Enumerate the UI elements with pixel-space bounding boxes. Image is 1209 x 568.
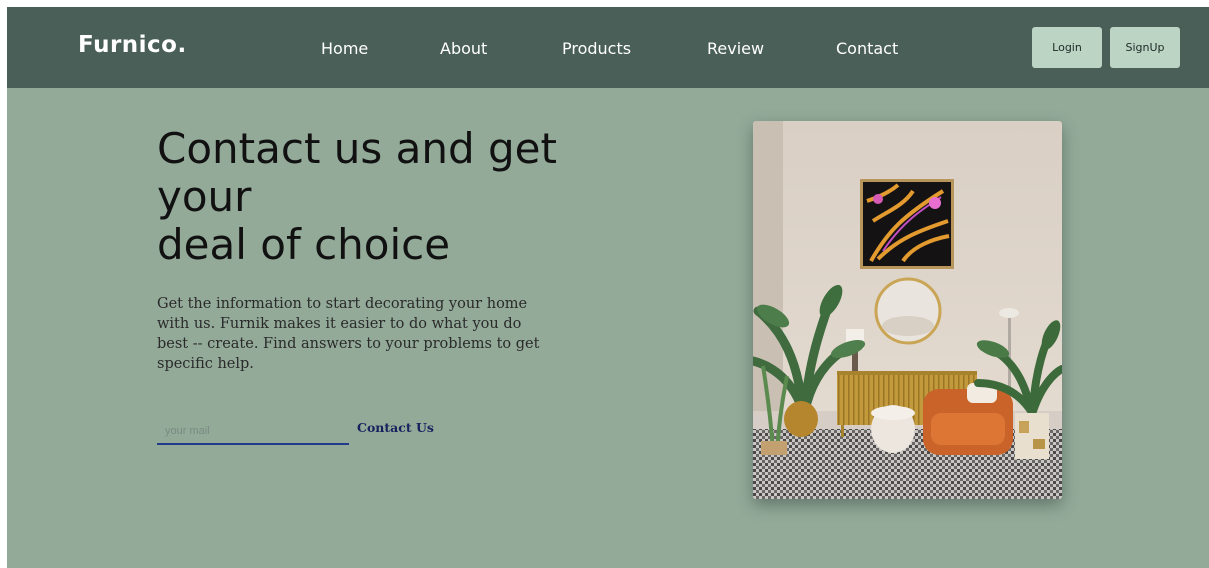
living-room-illustration xyxy=(753,121,1062,499)
nav-link-contact[interactable]: Contact xyxy=(836,39,898,58)
round-mirror xyxy=(874,277,942,345)
hero-title: Contact us and get your deal of choice xyxy=(157,125,577,269)
brand-logo[interactable]: Furnico. xyxy=(78,32,187,58)
page-frame: Furnico. Home About Products Review Cont… xyxy=(7,7,1209,568)
nav-link-about[interactable]: About xyxy=(440,39,487,58)
wall-art xyxy=(860,179,954,269)
nav-link-products[interactable]: Products xyxy=(562,39,631,58)
login-button[interactable]: Login xyxy=(1032,27,1102,68)
hero-title-line1: Contact us and get xyxy=(157,124,557,173)
email-field[interactable] xyxy=(157,419,349,445)
nav-link-home[interactable]: Home xyxy=(321,39,368,58)
nav-link-review[interactable]: Review xyxy=(707,39,764,58)
pouf xyxy=(871,405,915,453)
living-room-photo xyxy=(753,121,1062,499)
signup-button[interactable]: SignUp xyxy=(1110,27,1180,68)
navbar: Furnico. Home About Products Review Cont… xyxy=(7,7,1209,88)
contact-us-button[interactable]: Contact Us xyxy=(357,420,434,435)
orange-armchair xyxy=(923,383,1013,455)
hero-title-line2: your xyxy=(157,172,252,221)
hero-title-line3: deal of choice xyxy=(157,220,451,269)
hero-description: Get the information to start decorating … xyxy=(157,296,540,372)
